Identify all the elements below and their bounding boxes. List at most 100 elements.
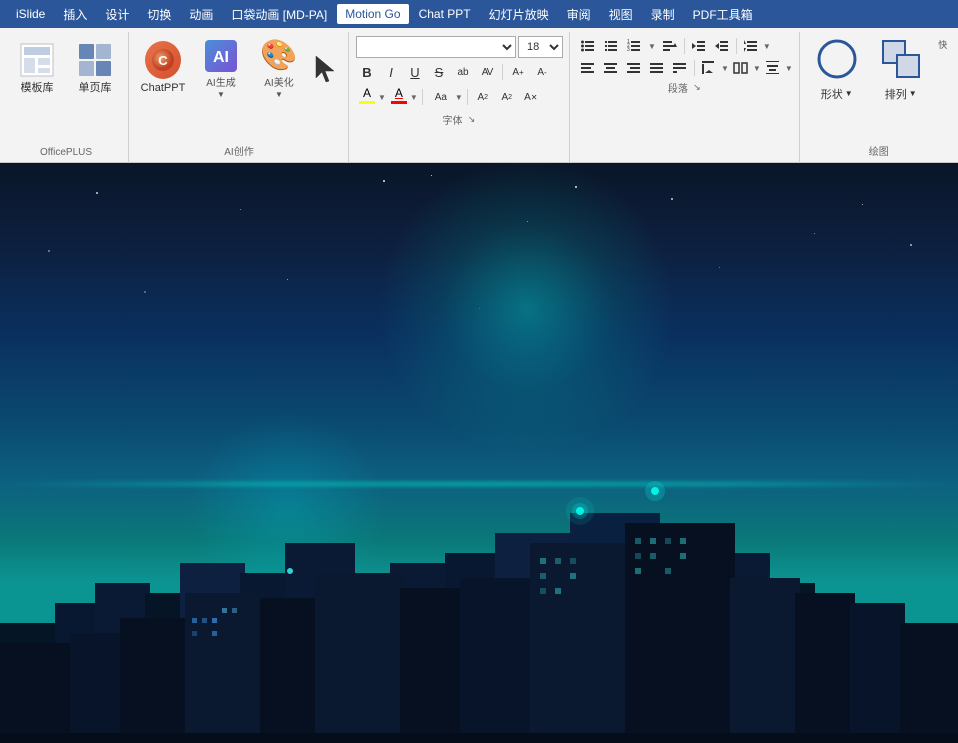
distribute[interactable] (669, 58, 691, 78)
para-row-2: ▼ ▼ ▼ (577, 58, 793, 78)
align-center[interactable] (600, 58, 622, 78)
font-size-select[interactable]: 18 (518, 36, 563, 58)
subscript-button[interactable]: A2 (496, 86, 518, 108)
ai-beautify-icon: 🎨 (261, 38, 297, 74)
highlight-button[interactable]: A (356, 86, 378, 108)
single-page-icon (77, 42, 113, 78)
officeplus-buttons: 模板库 单页库 (10, 32, 122, 145)
chatppt-button[interactable]: C ChatPPT (136, 36, 190, 102)
menu-review[interactable]: 审阅 (559, 3, 599, 26)
bullet-list-2[interactable] (600, 36, 622, 56)
align-left[interactable] (577, 58, 599, 78)
svg-text:C: C (158, 53, 168, 68)
menu-animation[interactable]: 动画 (181, 3, 221, 26)
vertical-align[interactable] (762, 58, 784, 78)
city-svg (0, 423, 958, 743)
menu-bar: iSlide 插入 设计 切换 动画 口袋动画 [MD-PA] Motion G… (0, 0, 958, 28)
officeplus-group-label: OfficePLUS (10, 145, 122, 162)
font-name-select[interactable] (356, 36, 516, 58)
font-color-button[interactable]: A (388, 86, 410, 108)
ai-generate-button[interactable]: AI AI生成 ▼ (194, 36, 248, 102)
case-button[interactable]: Aa (427, 86, 455, 108)
decrease-indent[interactable] (688, 36, 710, 56)
slide-background (0, 163, 958, 743)
menu-chat-ppt[interactable]: Chat PPT (411, 4, 479, 24)
underline-button[interactable]: U (404, 61, 426, 83)
paragraph-group-label[interactable]: 段落 ↘ (577, 78, 793, 99)
paragraph-expand-icon[interactable]: ↘ (692, 83, 702, 93)
ribbon-content: 模板库 单页库 OfficePLUS (0, 28, 958, 162)
bullet-list-1[interactable] (577, 36, 599, 56)
template-button[interactable]: 模板库 (10, 36, 64, 102)
vertical-dropdown[interactable]: ▼ (785, 64, 793, 73)
justify[interactable] (646, 58, 668, 78)
menu-record[interactable]: 录制 (643, 3, 683, 26)
align-right[interactable] (623, 58, 645, 78)
compress-button[interactable]: ab (452, 61, 474, 83)
arrange-label: 排列 (885, 86, 907, 102)
columns[interactable] (730, 58, 752, 78)
increase-indent[interactable] (711, 36, 733, 56)
shape-label: 形状 (821, 86, 843, 102)
arrange-icon (879, 37, 923, 84)
clear-format-button[interactable]: A✕ (520, 86, 542, 108)
arrange-label-row: 排列 ▼ (885, 86, 917, 102)
group-ai: C ChatPPT (130, 32, 349, 162)
columns-dropdown[interactable]: ▼ (753, 64, 761, 73)
ai-buttons: C ChatPPT (136, 32, 342, 141)
group-drawing: 形状 ▼ 排列 ▼ (801, 32, 957, 162)
arrange-dropdown-arrow[interactable]: ▼ (909, 89, 917, 98)
shape-button[interactable]: 形状 ▼ (807, 36, 867, 102)
main-content (0, 163, 958, 743)
ai-beautify-dropdown: AI美化 ▼ (264, 78, 293, 100)
menu-mdpa[interactable]: 口袋动画 [MD-PA] (223, 3, 335, 26)
increase-font-button[interactable]: A+ (507, 61, 529, 83)
cursor-tool[interactable] (310, 36, 342, 102)
chatppt-label: ChatPPT (141, 82, 186, 95)
font-group-label[interactable]: 字体 ↘ (356, 110, 563, 131)
font-row-3: A ▼ A ▼ (356, 86, 563, 108)
case-dropdown[interactable]: ▼ (455, 93, 463, 102)
decrease-font-button[interactable]: A- (531, 61, 553, 83)
line-spacing[interactable] (740, 36, 762, 56)
bold-button[interactable]: B (356, 61, 378, 83)
highlight-dropdown[interactable]: ▼ (378, 93, 386, 102)
list-dropdown[interactable]: ▼ (648, 42, 656, 51)
shape-icon (815, 37, 859, 84)
arrange-button[interactable]: 排列 ▼ (871, 36, 931, 102)
separator-2 (422, 89, 423, 105)
menu-slideshow[interactable]: 幻灯片放映 (481, 3, 557, 26)
drawing-group-label: 绘图 (807, 141, 951, 162)
font-expand-icon[interactable]: ↘ (467, 115, 477, 125)
ribbon: 模板库 单页库 OfficePLUS (0, 28, 958, 163)
font-color-group: A ▼ (388, 86, 418, 108)
template-icon (19, 42, 55, 78)
ai-beautify-button[interactable]: 🎨 AI美化 ▼ (252, 36, 306, 102)
ai-generate-icon: AI (203, 38, 239, 74)
slide-canvas[interactable] (0, 163, 958, 743)
quick-style-partial: 快 (935, 36, 951, 49)
shape-dropdown-arrow[interactable]: ▼ (845, 89, 853, 98)
sort-button[interactable] (659, 36, 681, 56)
spacing-button[interactable]: AV (476, 61, 498, 83)
para-row-1: 123 ▼ (577, 36, 793, 56)
menu-islide[interactable]: iSlide (8, 4, 53, 24)
font-color-dropdown[interactable]: ▼ (410, 93, 418, 102)
numbered-list[interactable]: 123 (623, 36, 645, 56)
spacing-dropdown[interactable]: ▼ (763, 42, 771, 51)
menu-design[interactable]: 设计 (97, 3, 137, 26)
menu-motion-go[interactable]: Motion Go (337, 4, 408, 24)
single-page-button[interactable]: 单页库 (68, 36, 122, 102)
shape-label-row: 形状 ▼ (821, 86, 853, 102)
text-direction[interactable] (698, 58, 720, 78)
strikethrough-button[interactable]: S (428, 61, 450, 83)
group-font: 18 B I U S ab AV A+ A- (350, 32, 570, 162)
superscript-button[interactable]: A2 (472, 86, 494, 108)
menu-insert[interactable]: 插入 (55, 3, 95, 26)
text-direction-dropdown[interactable]: ▼ (721, 64, 729, 73)
italic-button[interactable]: I (380, 61, 402, 83)
menu-pdf[interactable]: PDF工具箱 (685, 3, 761, 26)
menu-view[interactable]: 视图 (601, 3, 641, 26)
ai-generate-dropdown: AI生成 ▼ (206, 78, 235, 100)
menu-transition[interactable]: 切换 (139, 3, 179, 26)
